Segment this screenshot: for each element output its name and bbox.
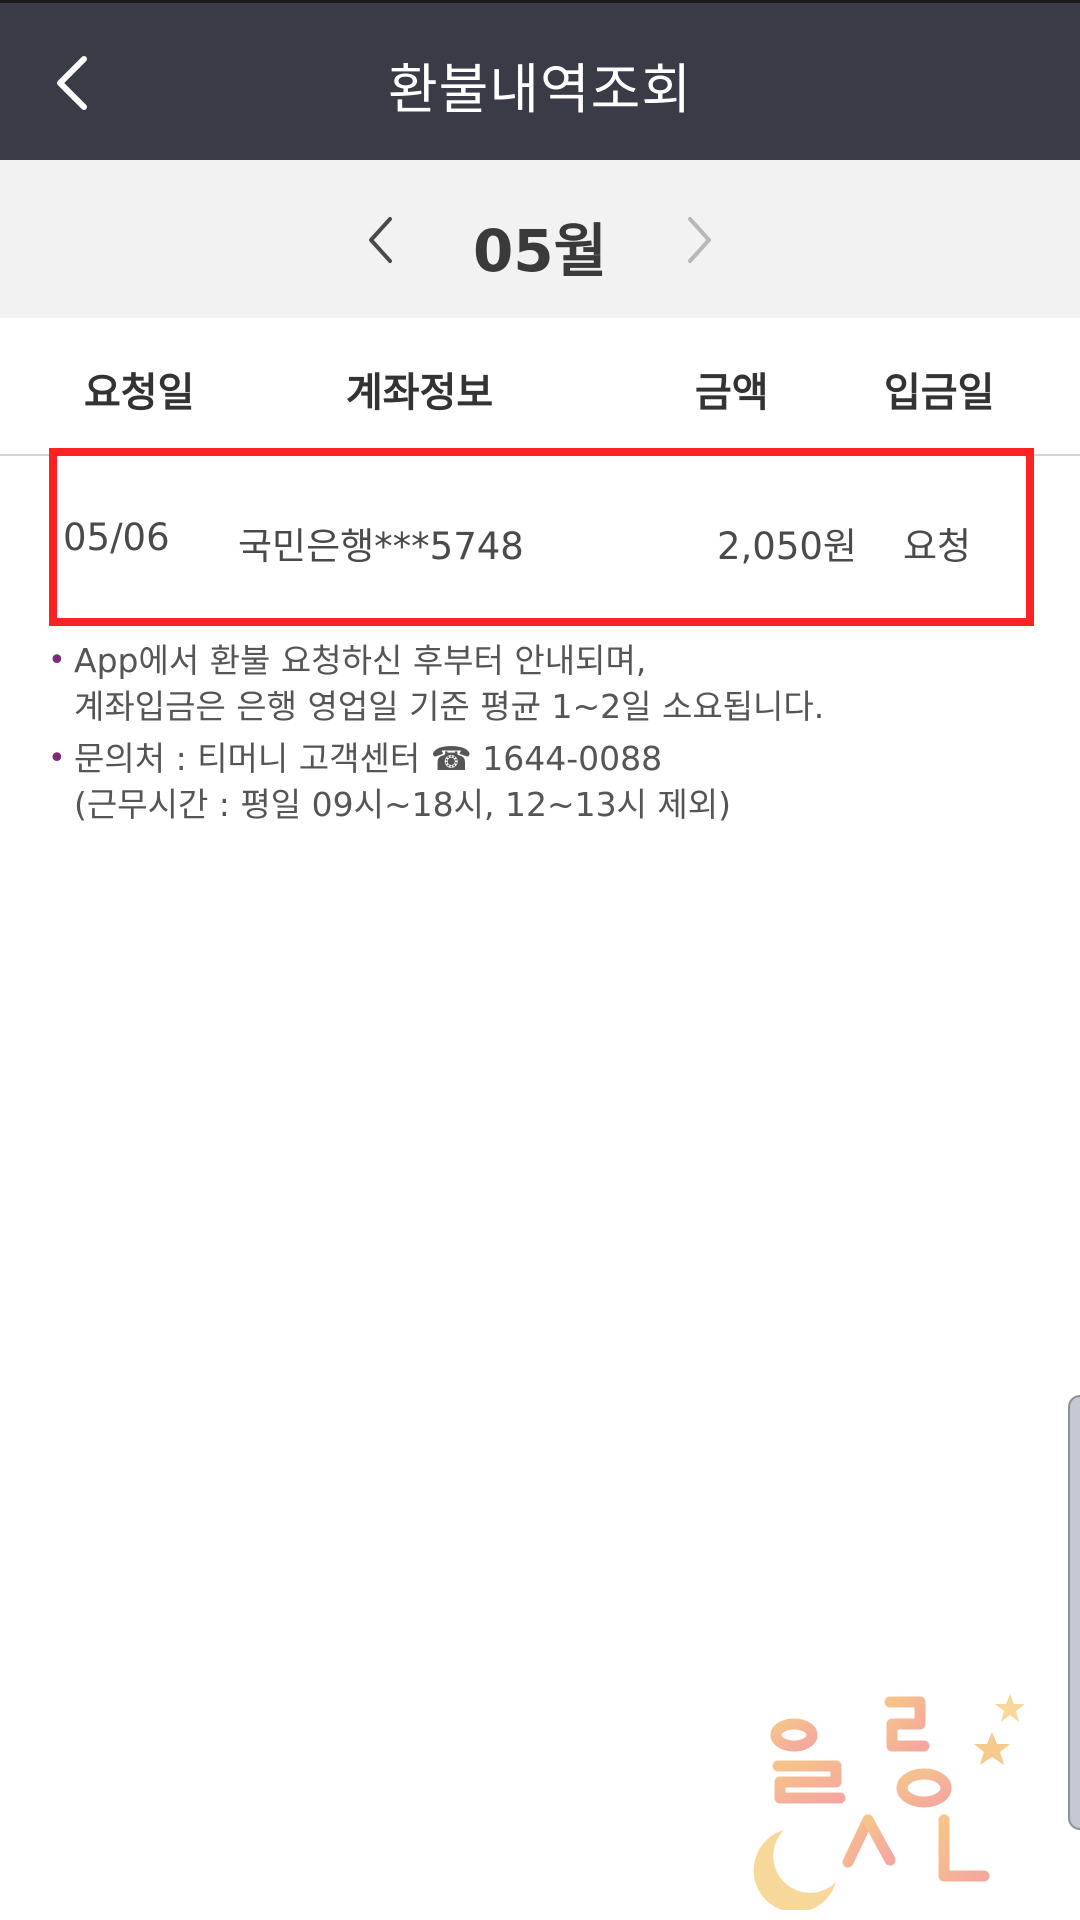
watermark-logo xyxy=(753,1684,1025,1910)
notice-item: • App에서 환불 요청하신 후부터 안내되며, 계좌입금은 은행 영업일 기… xyxy=(48,638,1028,730)
header-deposit-date: 입금일 xyxy=(884,370,995,416)
header-amount: 금액 xyxy=(695,370,769,416)
cell-deposit-date: 요청 xyxy=(903,525,972,568)
bullet-icon: • xyxy=(48,643,66,678)
month-navigator: 05월 xyxy=(0,160,1080,318)
bullet-icon: • xyxy=(48,741,66,776)
current-month-label: 05월 xyxy=(472,217,608,285)
table-header: 요청일 계좌정보 금액 입금일 xyxy=(0,318,1080,456)
notice-line: 계좌입금은 은행 영업일 기준 평균 1~2일 소요됩니다. xyxy=(74,687,825,726)
notice-item: • 문의처 : 티머니 고객센터 ☎ 1644-0088 (근무시간 : 평일 … xyxy=(48,736,1028,828)
chevron-right-icon xyxy=(688,217,711,263)
cell-request-date: 05/06 xyxy=(63,516,170,559)
scroll-handle[interactable] xyxy=(1068,1395,1080,1830)
prev-month-button[interactable] xyxy=(340,190,420,290)
cell-account-info: 국민은행***5748 xyxy=(238,525,524,568)
page-title: 환불내역조회 xyxy=(387,58,693,121)
notice-line: 문의처 : 티머니 고객센터 ☎ 1644-0088 xyxy=(74,739,663,778)
notice-line: App에서 환불 요청하신 후부터 안내되며, xyxy=(74,641,647,680)
notice-line: (근무시간 : 평일 09시~18시, 12~13시 제외) xyxy=(74,785,732,824)
app-bar: 환불내역조회 xyxy=(0,0,1080,160)
chevron-left-icon xyxy=(369,217,392,263)
notice-list: • App에서 환불 요청하신 후부터 안내되며, 계좌입금은 은행 영업일 기… xyxy=(48,638,1028,834)
next-month-button[interactable] xyxy=(660,190,740,290)
cell-amount: 2,050원 xyxy=(717,525,857,568)
table-row-highlight xyxy=(49,448,1034,626)
header-account-info: 계좌정보 xyxy=(346,370,494,416)
header-request-date: 요청일 xyxy=(84,370,195,416)
